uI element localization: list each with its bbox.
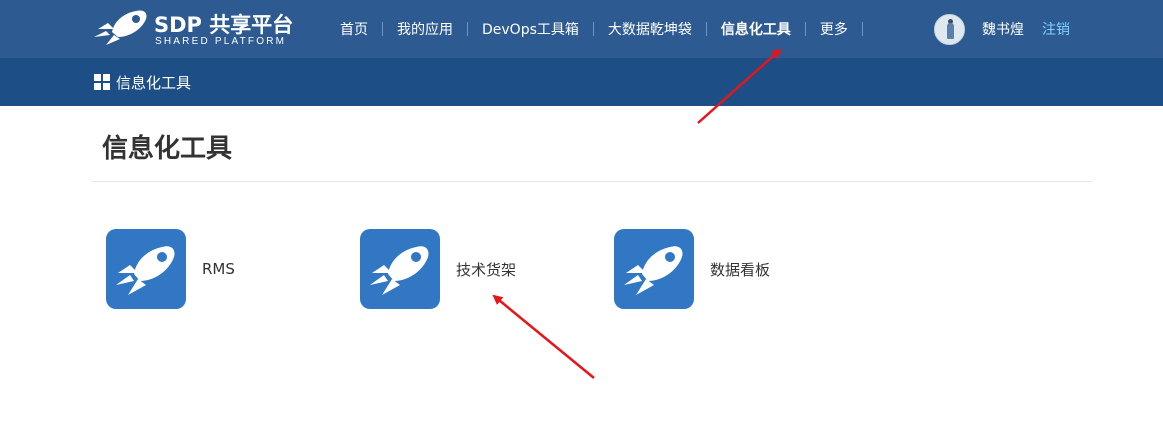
main-nav: 首页 我的应用 DevOps工具箱 大数据乾坤袋 信息化工具 更多 [326, 0, 863, 58]
tool-card-rms[interactable]: RMS [106, 229, 235, 309]
nav-item-my-apps[interactable]: 我的应用 [383, 19, 467, 39]
rocket-icon[interactable] [360, 229, 440, 309]
sdp-logo[interactable]: SDP 共享平台 SHARED PLATFORM [92, 6, 302, 50]
username[interactable]: 魏书煌 [982, 19, 1024, 39]
nav-item-bigdata[interactable]: 大数据乾坤袋 [594, 19, 706, 39]
brand-title: SDP 共享平台 [154, 13, 294, 37]
nav-item-home[interactable]: 首页 [326, 19, 382, 39]
logout-link[interactable]: 注销 [1042, 19, 1070, 39]
tool-label[interactable]: RMS [202, 260, 235, 278]
nav-item-it-tools[interactable]: 信息化工具 [707, 19, 805, 39]
tool-card-data-board[interactable]: 数据看板 [614, 229, 770, 309]
brand-subtitle: SHARED PLATFORM [155, 36, 287, 47]
user-area: 魏书煌 注销 [934, 13, 1070, 45]
grid-icon [94, 74, 110, 90]
avatar-figure [947, 22, 954, 39]
tool-card-tech-shelf[interactable]: 技术货架 [360, 229, 516, 309]
nav-separator [861, 22, 863, 36]
tool-label[interactable]: 技术货架 [456, 259, 516, 280]
nav-item-devops-toolbox[interactable]: DevOps工具箱 [468, 19, 593, 39]
breadcrumb: 信息化工具 [116, 74, 192, 92]
rocket-icon[interactable] [614, 229, 694, 309]
nav-item-more[interactable]: 更多 [806, 19, 862, 39]
title-divider [92, 181, 1092, 182]
avatar[interactable] [934, 13, 965, 45]
rocket-logo-icon [94, 10, 147, 45]
rocket-icon[interactable] [106, 229, 186, 309]
page-title: 信息化工具 [102, 134, 233, 164]
tool-label[interactable]: 数据看板 [710, 259, 770, 280]
